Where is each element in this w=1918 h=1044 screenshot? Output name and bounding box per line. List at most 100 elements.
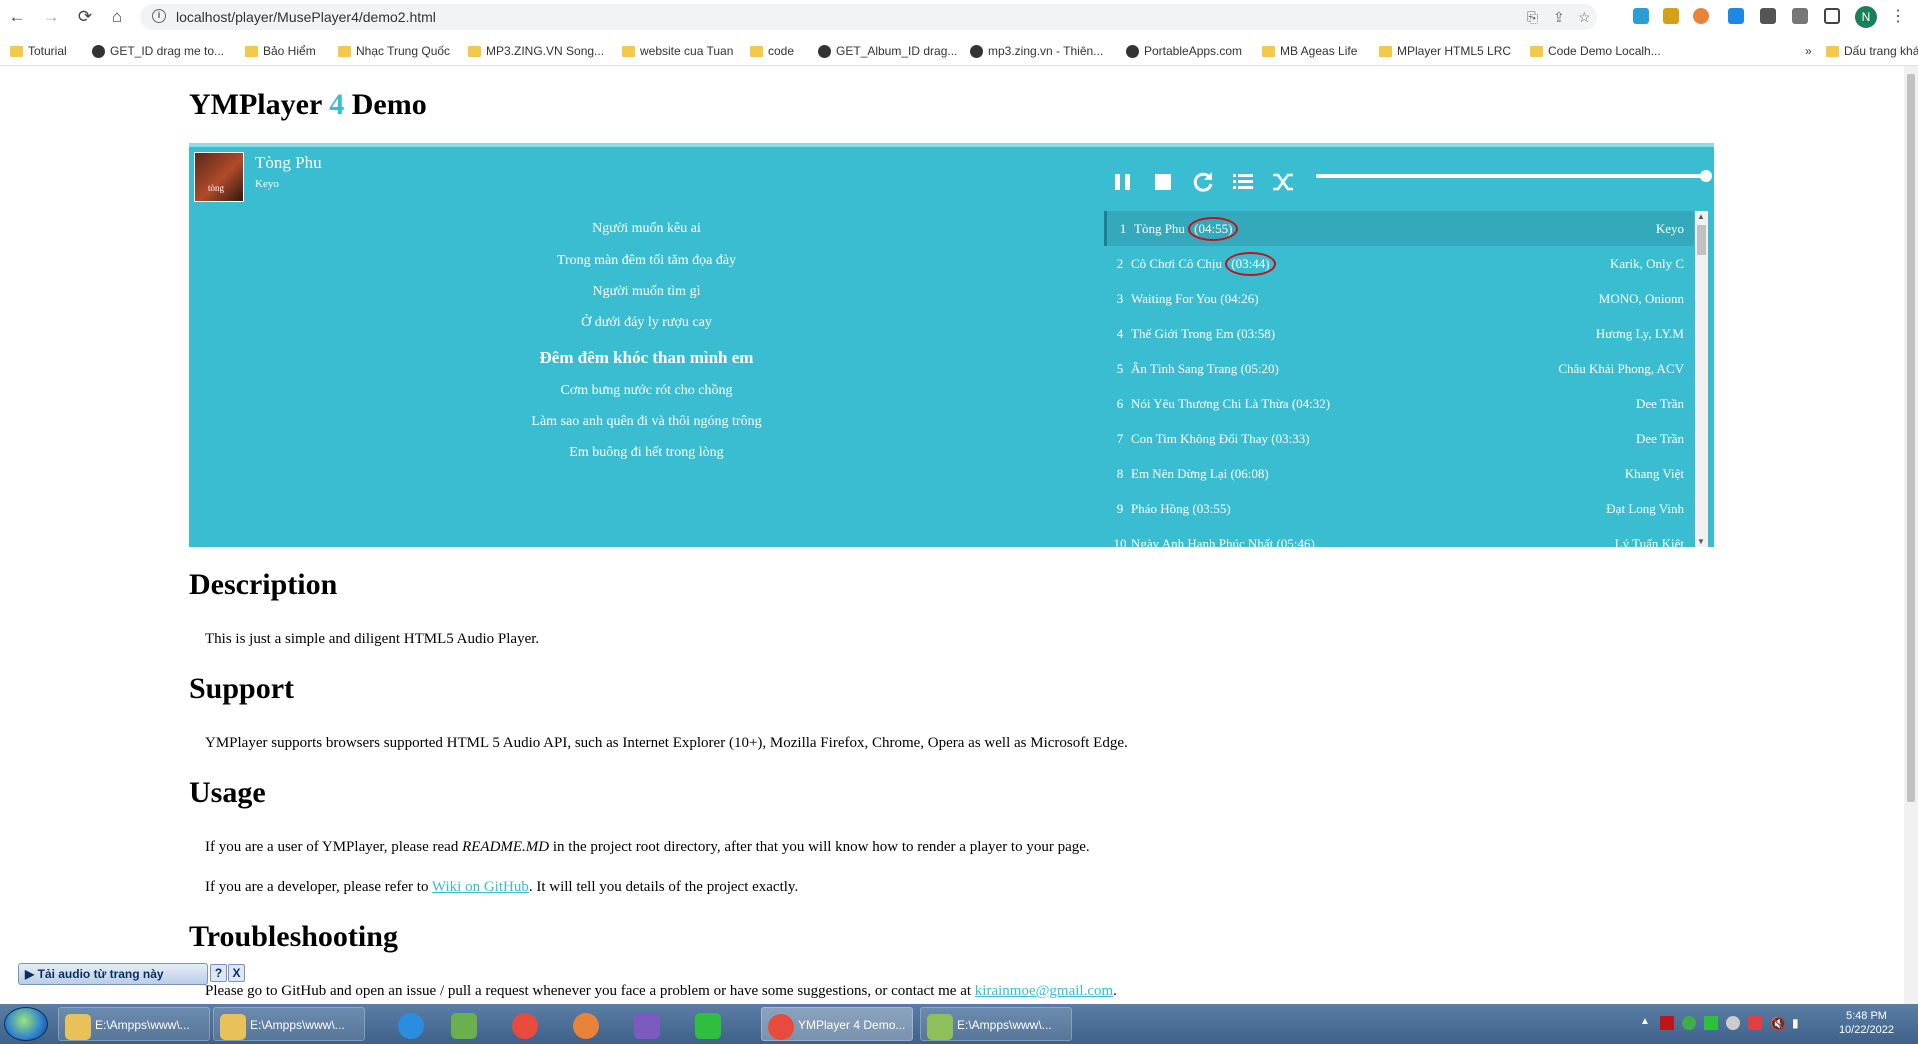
taskbar-item-chrome-window[interactable]: YMPlayer 4 Demo... [761, 1007, 913, 1041]
app-icon [451, 1013, 477, 1039]
progress-bar[interactable] [1316, 170, 1712, 182]
page-scrollbar[interactable] [1904, 66, 1918, 1004]
page-scroll-thumb[interactable] [1907, 74, 1915, 802]
taskbar-item-vs[interactable] [627, 1007, 667, 1041]
usage-paragraph-1: If you are a user of YMPlayer, please re… [205, 839, 1090, 855]
share-icon[interactable]: ⇪ [1553, 9, 1565, 26]
folder-icon [10, 45, 23, 57]
playlist-panel: 1 Tòng Phu (04:55) Keyo 2 Cô Chơi Cô Chịu (0… [1104, 211, 1694, 547]
bookmark-item[interactable]: mp3.zing.vn - Thiên... [970, 41, 1103, 61]
bookmark-item[interactable]: MPlayer HTML5 LRC [1379, 41, 1511, 61]
album-cover: tòng [194, 152, 244, 202]
reload-icon[interactable]: ⟳ [74, 6, 96, 28]
home-icon[interactable]: ⌂ [106, 6, 128, 28]
extension-icon[interactable] [1633, 8, 1649, 24]
bookmark-item[interactable]: GET_Album_ID drag... [818, 41, 957, 61]
track-artist: Keyo [1655, 221, 1684, 236]
reading-list-icon[interactable] [1792, 8, 1808, 24]
track-title: Tòng Phu (04:55) [1134, 211, 1239, 246]
bookmark-item[interactable]: Bảo Hiểm [245, 41, 316, 61]
bookmark-item[interactable]: Toturial [10, 41, 67, 61]
bookmark-item[interactable]: website cua Tuan [622, 41, 733, 61]
extension-icon[interactable] [1693, 8, 1709, 24]
playlist-track[interactable]: 5 Ân Tình Sang Trang (05:20) Châu Khải Pho… [1104, 351, 1694, 386]
system-tray: ▲ 🔇 ▮ 5:48 PM 10/22/2022 [1640, 1004, 1910, 1044]
extension-icon[interactable] [1663, 8, 1679, 24]
tray-app-icon[interactable] [1704, 1016, 1718, 1030]
side-panel-icon[interactable] [1824, 8, 1840, 24]
tray-app-icon[interactable] [1682, 1016, 1696, 1030]
taskbar-item-play[interactable] [688, 1007, 728, 1041]
back-icon[interactable]: ← [6, 6, 28, 28]
clock[interactable]: 5:48 PM 10/22/2022 [1839, 1009, 1894, 1037]
pause-button[interactable] [1110, 169, 1136, 195]
address-bar[interactable]: i localhost/player/MusePlayer4/demo2.htm… [140, 4, 1597, 30]
taskbar-item-ie[interactable] [391, 1007, 431, 1041]
playlist-track[interactable]: 2 Cô Chơi Cô Chịu (03:44) Karik, Only C [1104, 246, 1694, 281]
playlist-track[interactable]: 10 Ngày Anh Hạnh Phúc Nhất (05:46) Lý Tuấn… [1104, 526, 1694, 547]
bookmark-more-button[interactable]: » [1805, 41, 1812, 61]
volume-icon[interactable]: 🔇 [1770, 1016, 1786, 1032]
playlist-button[interactable] [1230, 169, 1256, 195]
address-url[interactable]: localhost/player/MusePlayer4/demo2.html [176, 9, 436, 25]
playlist-scroll-thumb[interactable] [1697, 225, 1706, 255]
playlist-track[interactable]: 8 Em Nên Dừng Lại (06:08) Khang Việt [1104, 456, 1694, 491]
pause-icon [1115, 174, 1130, 190]
playlist-track[interactable]: 7 Con Tim Không Đổi Thay (03:33) Dee Trần [1104, 421, 1694, 456]
bookmark-item[interactable]: GET_ID drag me to... [92, 41, 224, 61]
stop-button[interactable] [1150, 169, 1176, 195]
playlist-track[interactable]: 4 Thế Giới Trong Em (03:58) Hương Ly, LY.M [1104, 316, 1694, 351]
puzzle-icon[interactable] [1760, 8, 1776, 24]
taskbar-item-firefox[interactable] [566, 1007, 606, 1041]
site-info-icon[interactable]: i [152, 9, 166, 23]
bookmark-star-icon[interactable]: ☆ [1578, 9, 1591, 26]
bookmark-item[interactable]: Nhạc Trung Quốc [338, 41, 450, 61]
start-button[interactable] [4, 1007, 48, 1041]
bookmark-item[interactable]: MP3.ZING.VN Song... [468, 41, 604, 61]
email-link[interactable]: kirainmoe@gmail.com [975, 983, 1113, 999]
firefox-icon [573, 1013, 599, 1039]
other-bookmarks[interactable]: Dấu trang khác [1826, 41, 1918, 61]
track-number: 1 [1119, 221, 1127, 236]
taskbar-item-app[interactable] [444, 1007, 484, 1041]
forward-icon[interactable]: → [40, 6, 62, 28]
folder-icon [1530, 45, 1543, 57]
track-number: 2 [1116, 256, 1124, 271]
taskbar-item-folder[interactable]: E:\Ampps\www\... [58, 1007, 210, 1041]
track-duration: (05:46) [1276, 536, 1315, 547]
extension-icon[interactable] [1728, 8, 1744, 24]
bookmark-item[interactable]: MB Ageas Life [1262, 41, 1357, 61]
tray-expand-icon[interactable]: ▲ [1640, 1016, 1650, 1027]
network-icon[interactable]: ▮ [1792, 1016, 1799, 1030]
close-icon[interactable]: X [228, 964, 245, 982]
profile-avatar[interactable]: N [1855, 6, 1877, 28]
playlist-track[interactable]: 3 Waiting For You (04:26) MONO, Onionn [1104, 281, 1694, 316]
playlist-track[interactable]: 9 Pháo Hồng (03:55) Đạt Long Vinh [1104, 491, 1694, 526]
tray-app-icon[interactable] [1726, 1016, 1740, 1030]
bookmark-item[interactable]: Code Demo Localh... [1530, 41, 1661, 61]
playlist-scrollbar[interactable]: ▲ ▼ [1695, 211, 1708, 547]
scroll-down-icon[interactable]: ▼ [1697, 537, 1705, 546]
taskbar-item-chrome[interactable] [505, 1007, 545, 1041]
help-icon[interactable]: ? [210, 964, 227, 982]
translate-icon[interactable]: ⎘ [1527, 9, 1538, 26]
antivirus-icon[interactable] [1660, 1016, 1674, 1030]
scroll-up-icon[interactable]: ▲ [1697, 212, 1705, 221]
track-number: 10 [1113, 536, 1127, 547]
track-artist: Dee Trần [1635, 396, 1684, 411]
playlist-track[interactable]: 6 Nói Yêu Thương Chi Là Thừa (04:32) Dee T… [1104, 386, 1694, 421]
taskbar-item-editor[interactable]: E:\Ampps\www\... [920, 1007, 1072, 1041]
folder-icon [750, 45, 763, 57]
wiki-link[interactable]: Wiki on GitHub [432, 879, 529, 895]
progress-knob[interactable] [1700, 170, 1712, 182]
playlist-track[interactable]: 1 Tòng Phu (04:55) Keyo [1104, 211, 1694, 246]
shuffle-button[interactable] [1270, 169, 1296, 195]
menu-icon[interactable]: ⋮ [1890, 6, 1906, 26]
repeat-button[interactable] [1190, 169, 1216, 195]
bookmark-item[interactable]: PortableApps.com [1126, 41, 1242, 61]
tray-app-icon[interactable] [1748, 1016, 1762, 1030]
taskbar-item-folder[interactable]: E:\Ampps\www\... [213, 1007, 365, 1041]
bookmark-item[interactable]: code [750, 41, 794, 61]
lyric-line: Làm sao anh quên đi và thôi ngóng trông [531, 414, 762, 429]
download-audio-button[interactable]: ▶ Tải audio từ trang này [18, 963, 208, 985]
